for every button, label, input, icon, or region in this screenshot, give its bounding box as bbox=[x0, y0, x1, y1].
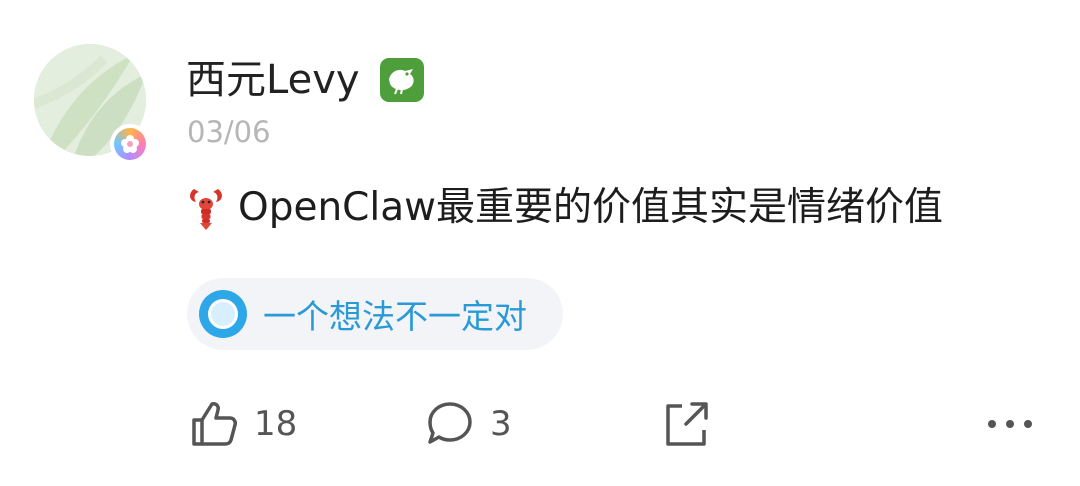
flower-badge-icon bbox=[110, 124, 150, 164]
like-count: 18 bbox=[254, 404, 298, 444]
comment-count: 3 bbox=[490, 404, 512, 444]
share-icon bbox=[666, 402, 708, 446]
topic-chip[interactable]: 一个想法不一定对 bbox=[187, 278, 563, 350]
post-text: OpenClaw最重要的价值其实是情绪价值 bbox=[238, 185, 944, 230]
like-button[interactable]: 18 bbox=[188, 398, 297, 450]
comment-icon bbox=[428, 402, 472, 444]
more-button[interactable] bbox=[984, 398, 1036, 450]
comment-button[interactable]: 3 bbox=[424, 398, 512, 450]
topic-icon bbox=[199, 290, 247, 338]
bird-badge-icon bbox=[380, 58, 424, 102]
share-button[interactable] bbox=[660, 398, 712, 450]
post-card: 西元Levy 03/06 OpenClaw最重要的价值其实是情绪价值 一个想法不… bbox=[0, 0, 1080, 486]
lobster-icon bbox=[190, 189, 222, 230]
thumbs-up-icon bbox=[192, 402, 237, 446]
post-content[interactable]: OpenClaw最重要的价值其实是情绪价值 bbox=[186, 182, 943, 234]
more-icon bbox=[988, 420, 1032, 428]
topic-label: 一个想法不一定对 bbox=[263, 297, 527, 336]
author-name[interactable]: 西元Levy bbox=[186, 54, 360, 106]
post-date: 03/06 bbox=[187, 115, 271, 149]
